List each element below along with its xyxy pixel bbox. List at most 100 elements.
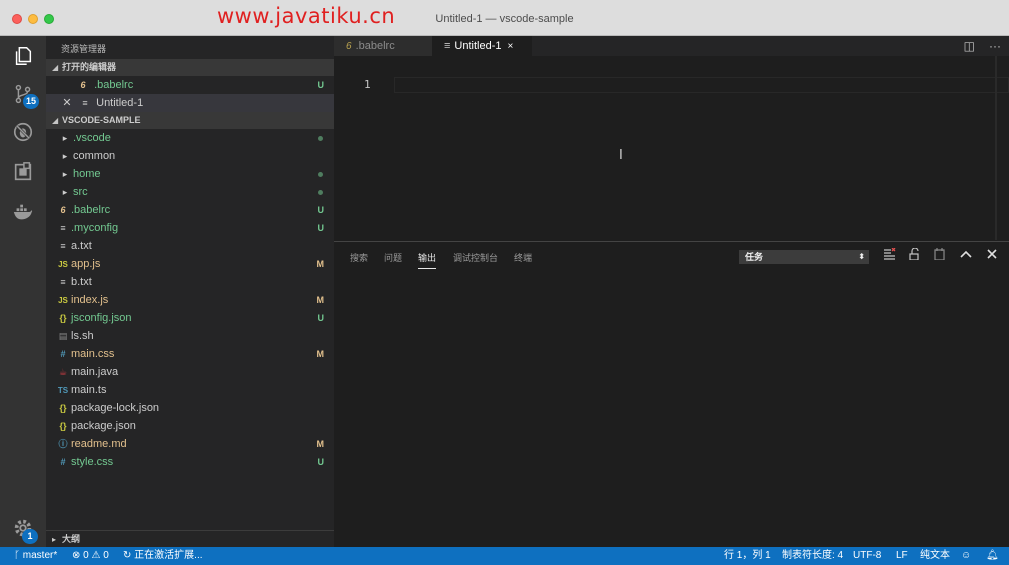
open-editor-label: Untitled-1 <box>96 97 144 109</box>
source-control-activity[interactable]: 15 <box>0 74 46 114</box>
text-file-icon: ≡ <box>82 98 88 108</box>
debug-activity[interactable] <box>0 112 46 152</box>
editor-actions: ◫ ··· <box>950 36 1001 56</box>
shell-file-icon: ▤ <box>58 331 68 341</box>
status-dot <box>318 190 323 195</box>
title-bar: Untitled-1 — vscode-sample www.javatiku.… <box>0 0 1009 36</box>
lock-scroll-icon[interactable] <box>909 247 920 263</box>
tab-search[interactable]: 搜索 <box>350 251 368 264</box>
split-editor-icon[interactable]: ◫ <box>964 39 975 53</box>
folder-item[interactable]: ▸ home <box>46 165 334 183</box>
chevron-right-icon: ▸ <box>62 133 68 143</box>
babel-file-icon: 6 <box>60 205 66 215</box>
folder-item[interactable]: ▸ src <box>46 183 334 201</box>
cursor-position[interactable]: 行 1，列 1 <box>724 547 771 565</box>
file-item[interactable]: JS app.js M <box>46 255 334 273</box>
vertical-scrollbar[interactable] <box>995 56 997 240</box>
outline-header[interactable]: ▸ 大纲 <box>46 530 334 547</box>
end-of-line[interactable]: LF <box>896 547 908 565</box>
folder-item[interactable]: ▸ common <box>46 147 334 165</box>
open-editor-item[interactable]: ✕ ≡ Untitled-1 <box>46 94 334 112</box>
chevron-down-icon: ◢ <box>52 116 59 125</box>
git-status: M <box>316 439 325 449</box>
sidebar-title: 资源管理器 <box>61 44 107 54</box>
bottom-panel: 搜索 问题 输出 调试控制台 终端 任务 ⬍ <box>334 241 1009 547</box>
error-icon: ⊗ <box>72 550 84 561</box>
feedback-smiley-icon[interactable]: ☺ <box>961 547 971 565</box>
problems-indicator[interactable]: ⊗ 0 ⚠ 0 <box>72 547 109 565</box>
sync-icon: ↻ <box>123 550 135 561</box>
line-number: 1 <box>364 78 371 91</box>
file-item[interactable]: TS main.ts <box>46 381 334 399</box>
more-actions-icon[interactable]: ··· <box>989 39 1001 53</box>
manage-activity[interactable]: 1 <box>0 508 46 548</box>
file-item[interactable]: {} package-lock.json <box>46 399 334 417</box>
file-item[interactable]: ▤ ls.sh <box>46 327 334 345</box>
indentation[interactable]: 制表符长度: 4 <box>782 547 843 565</box>
json-file-icon: {} <box>59 403 67 413</box>
js-file-icon: JS <box>58 260 68 269</box>
open-editor-label: .babelrc <box>94 79 134 91</box>
chevron-down-icon: ◢ <box>52 63 59 72</box>
warning-icon: ⚠ <box>88 550 104 561</box>
status-dot <box>318 136 323 141</box>
text-cursor-icon: Ⅰ <box>619 147 623 162</box>
branch-indicator[interactable]: ᚴ master* <box>14 547 57 565</box>
docker-activity[interactable] <box>0 192 46 232</box>
no-bug-icon <box>13 122 33 142</box>
file-item[interactable]: ≡ .myconfig U <box>46 219 334 237</box>
extensions-activity[interactable] <box>0 152 46 192</box>
chevron-right-icon: ▸ <box>52 535 57 544</box>
close-panel-icon[interactable] <box>987 248 997 262</box>
git-status: M <box>316 349 325 359</box>
output-channel-select[interactable]: 任务 ⬍ <box>739 250 869 264</box>
chevron-right-icon: ▸ <box>62 187 68 197</box>
file-tree: ▸ .vscode ▸ common ▸ home ▸ src 6 .babelrc U ≡… <box>46 129 334 471</box>
open-editors-header[interactable]: ◢ 打开的编辑器 <box>46 59 334 76</box>
tab-babelrc[interactable]: 6 .babelrc <box>334 36 432 56</box>
close-icon[interactable]: × <box>508 41 514 52</box>
file-item[interactable]: ☕ main.java <box>46 363 334 381</box>
file-item[interactable]: ≡ b.txt <box>46 273 334 291</box>
babel-file-icon: 6 <box>346 41 352 52</box>
tab-output[interactable]: 输出 <box>418 251 437 269</box>
file-item[interactable]: JS index.js M <box>46 291 334 309</box>
git-status: M <box>316 259 325 269</box>
explorer-activity[interactable] <box>0 36 46 76</box>
tab-untitled-1[interactable]: ≡ Untitled-1 × <box>432 36 532 56</box>
maximize-panel-icon[interactable] <box>960 248 972 262</box>
java-file-icon: ☕ <box>58 367 68 377</box>
file-item[interactable]: {} jsconfig.json U <box>46 309 334 327</box>
file-item[interactable]: ⓘ readme.md M <box>46 435 334 453</box>
extension-activation-status: ↻ 正在激活扩展... <box>123 550 203 561</box>
js-file-icon: JS <box>58 296 68 305</box>
editor-area[interactable]: 1 Ⅰ <box>334 56 1009 240</box>
select-arrows-icon: ⬍ <box>858 252 865 261</box>
file-item[interactable]: 6 .babelrc U <box>46 201 334 219</box>
git-status: M <box>316 295 325 305</box>
encoding[interactable]: UTF-8 <box>853 547 881 565</box>
folder-header[interactable]: ◢ VSCODE-SAMPLE <box>46 112 334 129</box>
extensions-icon <box>14 162 32 181</box>
close-icon[interactable]: ✕ <box>60 94 74 112</box>
file-item[interactable]: {} package.json <box>46 417 334 435</box>
file-item[interactable]: # style.css U <box>46 453 334 471</box>
tab-terminal[interactable]: 终端 <box>514 251 532 264</box>
file-item[interactable]: # main.css M <box>46 345 334 363</box>
open-log-icon[interactable] <box>934 248 945 263</box>
open-editor-item[interactable]: 6 .babelrc U <box>46 76 334 94</box>
watermark: www.javatiku.cn <box>217 4 396 28</box>
language-mode[interactable]: 纯文本 <box>920 547 950 565</box>
file-item[interactable]: ≡ a.txt <box>46 237 334 255</box>
git-status: U <box>317 205 325 215</box>
current-line-highlight <box>394 77 1009 93</box>
explorer-sidebar: 资源管理器 ◢ 打开的编辑器 6 .babelrc U ✕ ≡ Untitled-… <box>46 36 334 547</box>
notifications-bell-icon[interactable]: 🔔︎ <box>986 547 999 565</box>
tab-debug-console[interactable]: 调试控制台 <box>453 251 498 264</box>
status-dot <box>318 172 323 177</box>
json-file-icon: {} <box>59 421 67 431</box>
folder-item[interactable]: ▸ .vscode <box>46 129 334 147</box>
scm-badge: 15 <box>22 94 39 109</box>
tab-problems[interactable]: 问题 <box>384 251 402 264</box>
clear-output-icon[interactable] <box>883 247 896 263</box>
